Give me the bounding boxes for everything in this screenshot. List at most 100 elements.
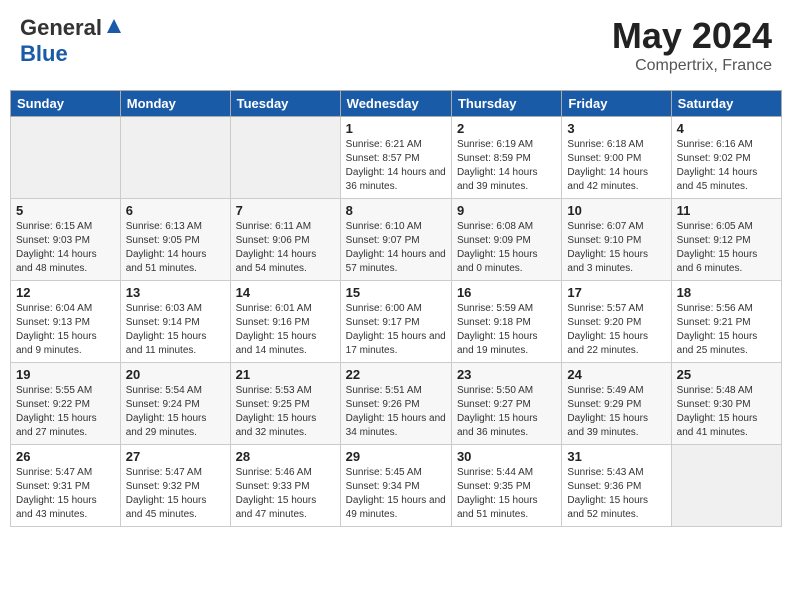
calendar-cell: 16Sunrise: 5:59 AM Sunset: 9:18 PM Dayli… <box>451 281 561 363</box>
day-number: 11 <box>677 203 776 218</box>
calendar-cell: 15 Sunrise: 6:00 AM Sunset: 9:17 PM Dayli… <box>340 281 451 363</box>
calendar-cell: 7Sunrise: 6:11 AM Sunset: 9:06 PM Daylig… <box>230 199 340 281</box>
calendar-cell: 13 Sunrise: 6:03 AM Sunset: 9:14 PM Dayli… <box>120 281 230 363</box>
calendar-week-row: 19 Sunrise: 5:55 AM Sunset: 9:22 PM Dayli… <box>11 363 782 445</box>
logo-icon <box>105 17 123 35</box>
calendar-cell: 26Sunrise: 5:47 AM Sunset: 9:31 PM Dayli… <box>11 445 121 527</box>
day-number: 12 <box>16 285 115 300</box>
day-of-week-header: Sunday <box>11 91 121 117</box>
day-info: Sunrise: 5:53 AM Sunset: 9:25 PM Dayligh… <box>236 384 335 440</box>
day-info: Sunrise: 6:08 AM Sunset: 9:09 PM Dayligh… <box>457 220 556 276</box>
logo-blue: Blue <box>20 41 123 67</box>
day-number: 15 <box>346 285 446 300</box>
day-info: Sunrise: 6:03 AM Sunset: 9:14 PM Dayligh… <box>126 302 225 358</box>
calendar-header-row: SundayMondayTuesdayWednesdayThursdayFrid… <box>11 91 782 117</box>
calendar-cell: 28 Sunrise: 5:46 AM Sunset: 9:33 PM Dayli… <box>230 445 340 527</box>
day-info: Sunrise: 6:07 AM Sunset: 9:10 PM Dayligh… <box>567 220 665 276</box>
day-of-week-header: Friday <box>562 91 671 117</box>
day-info: Sunrise: 6:21 AM Sunset: 8:57 PM Dayligh… <box>346 138 446 194</box>
day-info: Sunrise: 5:55 AM Sunset: 9:22 PM Dayligh… <box>16 384 115 440</box>
location-title: Compertrix, France <box>612 57 772 75</box>
day-number: 21 <box>236 367 335 382</box>
day-info: Sunrise: 6:04 AM Sunset: 9:13 PM Dayligh… <box>16 302 115 358</box>
header: General Blue May 2024 Compertrix, France <box>10 10 782 80</box>
day-number: 3 <box>567 121 665 136</box>
calendar-cell: 17Sunrise: 5:57 AM Sunset: 9:20 PM Dayli… <box>562 281 671 363</box>
calendar-cell: 21 Sunrise: 5:53 AM Sunset: 9:25 PM Dayli… <box>230 363 340 445</box>
calendar-cell: 29 Sunrise: 5:45 AM Sunset: 9:34 PM Dayli… <box>340 445 451 527</box>
calendar-cell: 23 Sunrise: 5:50 AM Sunset: 9:27 PM Dayli… <box>451 363 561 445</box>
calendar-cell: 14Sunrise: 6:01 AM Sunset: 9:16 PM Dayli… <box>230 281 340 363</box>
day-info: Sunrise: 5:49 AM Sunset: 9:29 PM Dayligh… <box>567 384 665 440</box>
day-number: 28 <box>236 449 335 464</box>
day-number: 29 <box>346 449 446 464</box>
calendar-cell: 12 Sunrise: 6:04 AM Sunset: 9:13 PM Dayli… <box>11 281 121 363</box>
day-number: 8 <box>346 203 446 218</box>
calendar-cell: 1 Sunrise: 6:21 AM Sunset: 8:57 PM Daylig… <box>340 117 451 199</box>
calendar-cell: 30 Sunrise: 5:44 AM Sunset: 9:35 PM Dayli… <box>451 445 561 527</box>
day-number: 23 <box>457 367 556 382</box>
day-number: 20 <box>126 367 225 382</box>
day-number: 13 <box>126 285 225 300</box>
day-number: 17 <box>567 285 665 300</box>
day-info: Sunrise: 6:18 AM Sunset: 9:00 PM Dayligh… <box>567 138 665 194</box>
day-number: 27 <box>126 449 225 464</box>
day-info: Sunrise: 5:44 AM Sunset: 9:35 PM Dayligh… <box>457 466 556 522</box>
day-number: 10 <box>567 203 665 218</box>
day-info: Sunrise: 5:46 AM Sunset: 9:33 PM Dayligh… <box>236 466 335 522</box>
calendar-cell <box>671 445 781 527</box>
day-of-week-header: Thursday <box>451 91 561 117</box>
calendar-cell: 3 Sunrise: 6:18 AM Sunset: 9:00 PM Daylig… <box>562 117 671 199</box>
calendar-cell: 4 Sunrise: 6:16 AM Sunset: 9:02 PM Daylig… <box>671 117 781 199</box>
day-number: 25 <box>677 367 776 382</box>
day-number: 1 <box>346 121 446 136</box>
calendar-cell: 27Sunrise: 5:47 AM Sunset: 9:32 PM Dayli… <box>120 445 230 527</box>
calendar-cell: 20 Sunrise: 5:54 AM Sunset: 9:24 PM Dayli… <box>120 363 230 445</box>
calendar-cell: 22 Sunrise: 5:51 AM Sunset: 9:26 PM Dayli… <box>340 363 451 445</box>
logo: General Blue <box>20 15 123 67</box>
day-info: Sunrise: 5:50 AM Sunset: 9:27 PM Dayligh… <box>457 384 556 440</box>
calendar-cell <box>120 117 230 199</box>
day-info: Sunrise: 6:11 AM Sunset: 9:06 PM Dayligh… <box>236 220 335 276</box>
calendar: SundayMondayTuesdayWednesdayThursdayFrid… <box>10 90 782 527</box>
day-number: 16 <box>457 285 556 300</box>
day-number: 4 <box>677 121 776 136</box>
day-number: 26 <box>16 449 115 464</box>
calendar-week-row: 26Sunrise: 5:47 AM Sunset: 9:31 PM Dayli… <box>11 445 782 527</box>
day-number: 22 <box>346 367 446 382</box>
day-info: Sunrise: 5:54 AM Sunset: 9:24 PM Dayligh… <box>126 384 225 440</box>
calendar-cell: 24Sunrise: 5:49 AM Sunset: 9:29 PM Dayli… <box>562 363 671 445</box>
day-info: Sunrise: 5:51 AM Sunset: 9:26 PM Dayligh… <box>346 384 446 440</box>
calendar-cell: 6 Sunrise: 6:13 AM Sunset: 9:05 PM Daylig… <box>120 199 230 281</box>
day-info: Sunrise: 5:56 AM Sunset: 9:21 PM Dayligh… <box>677 302 776 358</box>
calendar-cell <box>230 117 340 199</box>
day-of-week-header: Wednesday <box>340 91 451 117</box>
day-number: 19 <box>16 367 115 382</box>
day-info: Sunrise: 6:00 AM Sunset: 9:17 PM Dayligh… <box>346 302 446 358</box>
title-block: May 2024 Compertrix, France <box>612 15 772 75</box>
day-number: 9 <box>457 203 556 218</box>
day-info: Sunrise: 6:16 AM Sunset: 9:02 PM Dayligh… <box>677 138 776 194</box>
day-info: Sunrise: 6:13 AM Sunset: 9:05 PM Dayligh… <box>126 220 225 276</box>
calendar-cell: 10 Sunrise: 6:07 AM Sunset: 9:10 PM Dayli… <box>562 199 671 281</box>
calendar-cell: 8Sunrise: 6:10 AM Sunset: 9:07 PM Daylig… <box>340 199 451 281</box>
day-number: 6 <box>126 203 225 218</box>
month-title: May 2024 <box>612 15 772 57</box>
day-number: 5 <box>16 203 115 218</box>
calendar-cell: 19 Sunrise: 5:55 AM Sunset: 9:22 PM Dayli… <box>11 363 121 445</box>
calendar-cell: 11Sunrise: 6:05 AM Sunset: 9:12 PM Dayli… <box>671 199 781 281</box>
calendar-cell: 31Sunrise: 5:43 AM Sunset: 9:36 PM Dayli… <box>562 445 671 527</box>
calendar-week-row: 5Sunrise: 6:15 AM Sunset: 9:03 PM Daylig… <box>11 199 782 281</box>
day-info: Sunrise: 6:01 AM Sunset: 9:16 PM Dayligh… <box>236 302 335 358</box>
calendar-week-row: 1 Sunrise: 6:21 AM Sunset: 8:57 PM Daylig… <box>11 117 782 199</box>
day-of-week-header: Tuesday <box>230 91 340 117</box>
day-info: Sunrise: 5:48 AM Sunset: 9:30 PM Dayligh… <box>677 384 776 440</box>
calendar-cell: 18 Sunrise: 5:56 AM Sunset: 9:21 PM Dayli… <box>671 281 781 363</box>
calendar-cell: 9 Sunrise: 6:08 AM Sunset: 9:09 PM Daylig… <box>451 199 561 281</box>
day-info: Sunrise: 5:45 AM Sunset: 9:34 PM Dayligh… <box>346 466 446 522</box>
calendar-cell: 25 Sunrise: 5:48 AM Sunset: 9:30 PM Dayli… <box>671 363 781 445</box>
calendar-week-row: 12 Sunrise: 6:04 AM Sunset: 9:13 PM Dayli… <box>11 281 782 363</box>
day-number: 18 <box>677 285 776 300</box>
day-of-week-header: Monday <box>120 91 230 117</box>
day-number: 30 <box>457 449 556 464</box>
